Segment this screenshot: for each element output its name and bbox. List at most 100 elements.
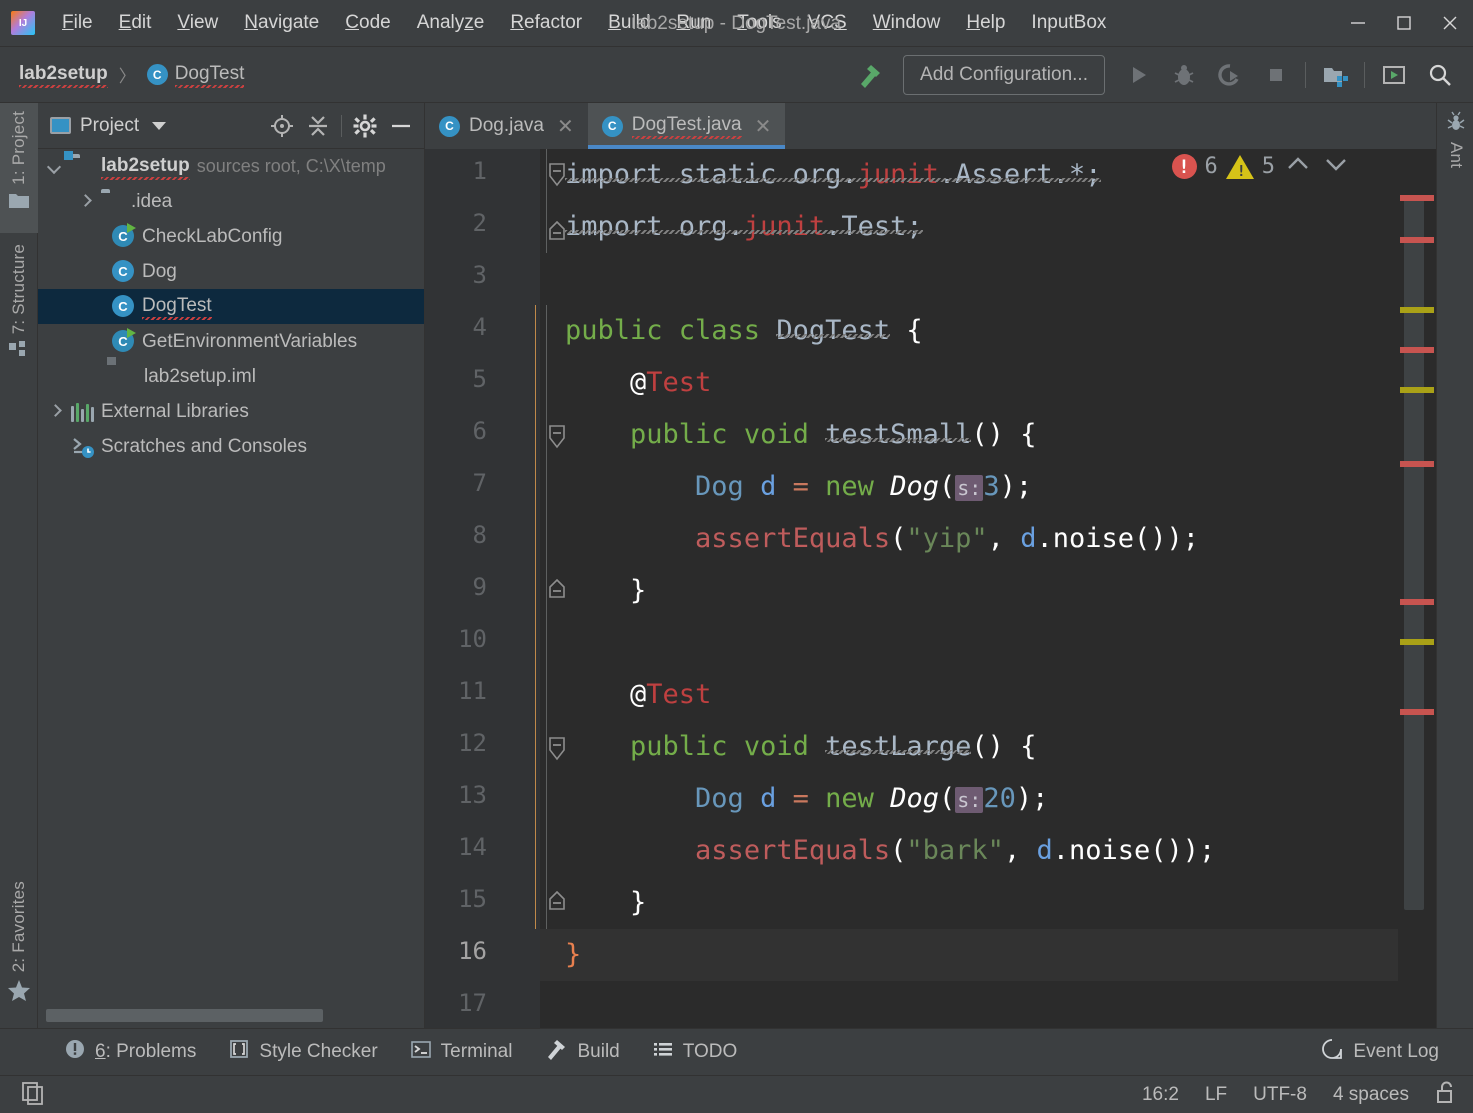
error-stripe-mark[interactable] xyxy=(1400,599,1434,605)
code-line-8[interactable]: assertEquals("yip", d.noise()); xyxy=(540,513,1436,565)
error-stripe-mark[interactable] xyxy=(1400,709,1434,715)
tree-node-scratches-and-consoles[interactable]: Scratches and Consoles xyxy=(38,429,424,464)
tree-node-getenvironmentvariables[interactable]: C GetEnvironmentVariables xyxy=(38,324,424,359)
code-line-15[interactable]: } xyxy=(540,877,1436,929)
caret-position[interactable]: 16:2 xyxy=(1142,1084,1179,1106)
next-problem-icon[interactable] xyxy=(1321,153,1351,180)
code-line-13[interactable]: Dog d = new Dog(s:20); xyxy=(540,773,1436,825)
chevron-down-icon[interactable] xyxy=(46,158,64,176)
code-line-7[interactable]: Dog d = new Dog(s:3); xyxy=(540,461,1436,513)
menu-inputbox[interactable]: InputBox xyxy=(1018,8,1119,38)
minimize-icon[interactable] xyxy=(1335,0,1381,47)
bottom-tab-terminal[interactable]: Terminal xyxy=(394,1034,529,1070)
sidebar-item-structure[interactable]: 7: Structure xyxy=(0,236,38,388)
maximize-icon[interactable] xyxy=(1381,0,1427,47)
stop-icon[interactable] xyxy=(1253,52,1299,98)
collapse-all-icon[interactable] xyxy=(301,109,335,143)
search-everywhere-icon[interactable] xyxy=(1417,52,1463,98)
close-icon[interactable]: ✕ xyxy=(557,114,574,139)
project-structure-icon[interactable] xyxy=(1312,52,1358,98)
menu-help[interactable]: Help xyxy=(953,8,1018,38)
error-stripe-mark[interactable] xyxy=(1400,347,1434,353)
editor-vertical-scrollbar-thumb[interactable] xyxy=(1404,195,1424,910)
menu-edit[interactable]: Edit xyxy=(106,8,165,38)
error-stripe-mark[interactable] xyxy=(1400,237,1434,243)
warning-stripe-mark[interactable] xyxy=(1400,307,1434,313)
code-line-11[interactable]: @Test xyxy=(540,669,1436,721)
error-stripe-mark[interactable] xyxy=(1400,195,1434,201)
sidebar-item-favorites[interactable]: 2: Favorites xyxy=(0,873,38,1031)
tree-node-dog[interactable]: C Dog xyxy=(38,254,424,289)
fold-region-end-icon[interactable] xyxy=(546,890,568,915)
menu-view[interactable]: View xyxy=(164,8,231,38)
menu-file[interactable]: File xyxy=(49,8,106,38)
chevron-right-icon[interactable] xyxy=(46,403,64,421)
menu-window[interactable]: Window xyxy=(860,8,954,38)
run-anything-icon[interactable] xyxy=(1371,52,1417,98)
bottom-tab-problems[interactable]: 6: Problems xyxy=(48,1034,212,1070)
settings-gear-icon[interactable] xyxy=(348,109,382,143)
inspection-widget[interactable]: ! 6 5 xyxy=(1171,153,1352,180)
code-editor[interactable]: 1 2 3 4 5 6 7 8 9 10 11 12 13 14 15 16 1… xyxy=(425,149,1436,1028)
indent-setting[interactable]: 4 spaces xyxy=(1333,1084,1409,1106)
sidebar-item-project[interactable]: 1: Project xyxy=(0,103,38,233)
scrollbar-thumb[interactable] xyxy=(46,1009,323,1022)
code-line-2[interactable]: import org.junit.Test; xyxy=(540,201,1436,253)
code-line-12[interactable]: public void testLarge() { xyxy=(540,721,1436,773)
add-configuration-button[interactable]: Add Configuration... xyxy=(903,54,1105,95)
code-line-6[interactable]: public void testSmall() { xyxy=(540,409,1436,461)
previous-problem-icon[interactable] xyxy=(1283,153,1313,180)
tree-node-lab2setup-iml[interactable]: lab2setup.iml xyxy=(38,359,424,394)
project-panel-title[interactable]: Project xyxy=(50,115,167,137)
code-line-4[interactable]: public class DogTest { xyxy=(540,305,1436,357)
bottom-tab-build[interactable]: Build xyxy=(528,1033,635,1071)
menu-code[interactable]: Code xyxy=(332,8,403,38)
tree-node-dogtest[interactable]: C DogTest xyxy=(38,289,424,324)
menu-analyze[interactable]: Analyze xyxy=(404,8,498,38)
code-line-10[interactable] xyxy=(540,617,1436,669)
sidebar-item-ant[interactable]: Ant xyxy=(1437,103,1473,213)
close-icon[interactable] xyxy=(1427,0,1473,47)
menu-vcs[interactable]: VCS xyxy=(795,8,860,38)
line-separator[interactable]: LF xyxy=(1205,1084,1227,1106)
menu-navigate[interactable]: Navigate xyxy=(231,8,332,38)
toggle-sidebars-icon[interactable] xyxy=(10,1075,56,1113)
breadcrumb-class[interactable]: C DogTest xyxy=(144,61,248,89)
menu-run[interactable]: Run xyxy=(663,8,724,38)
error-stripe-scrollbar[interactable] xyxy=(1398,149,1436,1028)
build-hammer-icon[interactable] xyxy=(847,52,893,98)
code-line-5[interactable]: @Test xyxy=(540,357,1436,409)
bottom-tab-todo[interactable]: TODO xyxy=(636,1034,754,1070)
warning-stripe-mark[interactable] xyxy=(1400,639,1434,645)
tree-node-checklabconfig[interactable]: C CheckLabConfig xyxy=(38,219,424,254)
code-line-9[interactable]: } xyxy=(540,565,1436,617)
tree-node-lab2setup[interactable]: lab2setup sources root, C:\X\temp xyxy=(38,149,424,184)
menu-tools[interactable]: Tools xyxy=(724,8,794,38)
code-line-16[interactable]: } xyxy=(540,929,1436,981)
run-icon[interactable] xyxy=(1115,52,1161,98)
project-tree[interactable]: lab2setup sources root, C:\X\temp .idea … xyxy=(38,149,424,1006)
hide-panel-icon[interactable] xyxy=(384,109,418,143)
event-log-button[interactable]: Event Log xyxy=(1304,1033,1455,1071)
fold-region-start-icon[interactable] xyxy=(546,737,568,765)
tree-node-idea[interactable]: .idea xyxy=(38,184,424,219)
fold-region-start-icon[interactable] xyxy=(546,163,568,191)
code-line-14[interactable]: assertEquals("bark", d.noise()); xyxy=(540,825,1436,877)
breadcrumb-module[interactable]: lab2setup xyxy=(16,61,111,89)
code-line-17[interactable] xyxy=(540,981,1436,1028)
tree-node-external-libraries[interactable]: External Libraries xyxy=(38,394,424,429)
code-line-3[interactable] xyxy=(540,253,1436,305)
chevron-down-icon[interactable] xyxy=(152,121,167,130)
bottom-tab-style-checker[interactable]: Style Checker xyxy=(212,1034,393,1070)
fold-region-end-icon[interactable] xyxy=(546,220,568,245)
fold-region-start-icon[interactable] xyxy=(546,425,568,453)
project-panel-horizontal-scrollbar[interactable] xyxy=(46,1009,416,1022)
tab-dogtest-java[interactable]: C DogTest.java ✕ xyxy=(587,103,786,149)
menu-refactor[interactable]: Refactor xyxy=(497,8,595,38)
fold-region-end-icon[interactable] xyxy=(546,578,568,603)
chevron-right-icon[interactable] xyxy=(76,193,94,211)
close-icon[interactable]: ✕ xyxy=(755,114,772,139)
unlocked-icon[interactable] xyxy=(1435,1080,1457,1110)
run-with-coverage-icon[interactable] xyxy=(1207,52,1253,98)
menu-build[interactable]: Build xyxy=(595,8,663,38)
